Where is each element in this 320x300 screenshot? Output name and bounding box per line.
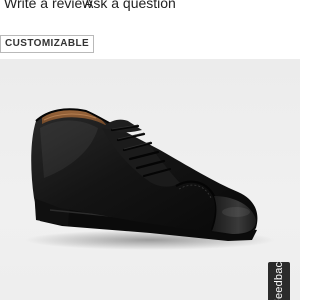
feedback-tab[interactable]: Feedback xyxy=(268,262,290,300)
ask-question-link[interactable]: Ask a question xyxy=(84,0,176,11)
customizable-badge: CUSTOMIZABLE xyxy=(0,35,95,53)
review-links-bar: Write a review Ask a question xyxy=(0,0,300,20)
product-image xyxy=(25,108,275,250)
product-image-area[interactable] xyxy=(0,59,300,300)
write-review-link[interactable]: Write a review xyxy=(4,0,92,11)
feedback-label: Feedback xyxy=(273,262,285,300)
